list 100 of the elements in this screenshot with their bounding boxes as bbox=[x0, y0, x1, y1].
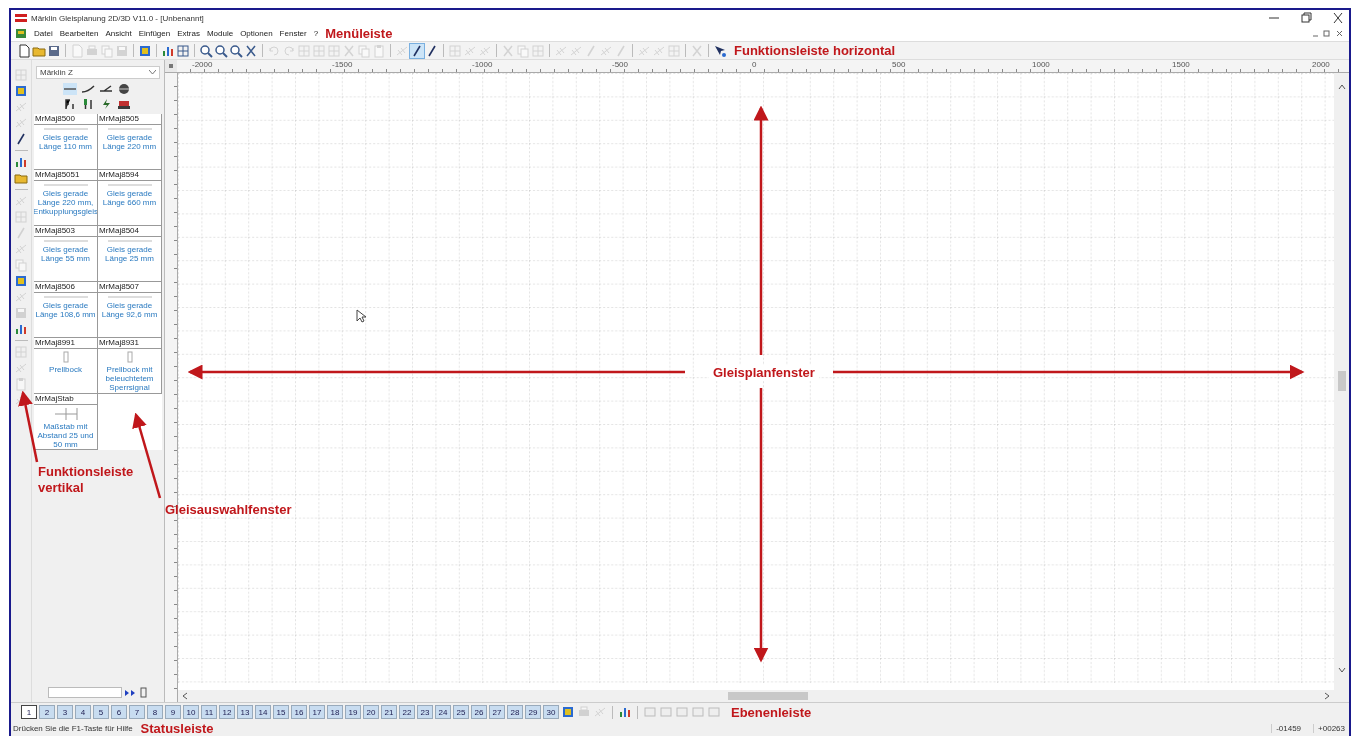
switch-icon[interactable] bbox=[99, 83, 113, 95]
track-card[interactable]: MrMaj8594 Gleis gerade Länge 660 mm bbox=[98, 170, 162, 226]
restore-icon[interactable] bbox=[1299, 12, 1313, 24]
ruler-label: -1500 bbox=[332, 60, 353, 69]
menu-item[interactable]: Module bbox=[206, 29, 234, 38]
menu-item[interactable]: Bearbeiten bbox=[59, 29, 99, 38]
layer-button[interactable]: 18 bbox=[327, 705, 343, 719]
track-card[interactable]: MrMaj8504 Gleis gerade Länge 25 mm bbox=[98, 226, 162, 282]
layer-button[interactable]: 22 bbox=[399, 705, 415, 719]
track-card[interactable]: MrMaj8991 Prellbock bbox=[34, 338, 98, 394]
scrollbar-thumb[interactable] bbox=[728, 692, 808, 700]
scrollbar-thumb[interactable] bbox=[1337, 371, 1346, 391]
doc-icon[interactable] bbox=[17, 43, 31, 58]
scroll-down-icon[interactable] bbox=[1337, 666, 1346, 674]
document-icon bbox=[15, 28, 27, 39]
layer-button[interactable]: 7 bbox=[129, 705, 145, 719]
layer-button[interactable]: 25 bbox=[453, 705, 469, 719]
scroll-right-icon[interactable] bbox=[1323, 692, 1331, 700]
dropdown-caret-icon[interactable] bbox=[149, 70, 156, 75]
layer-button[interactable]: 10 bbox=[183, 705, 199, 719]
signal-icon[interactable] bbox=[81, 98, 95, 110]
building-icon[interactable] bbox=[117, 98, 131, 110]
layer-button[interactable]: 4 bbox=[75, 705, 91, 719]
layer-button[interactable]: 1 bbox=[21, 705, 37, 719]
close-icon[interactable] bbox=[1331, 12, 1345, 24]
layer-button[interactable]: 20 bbox=[363, 705, 379, 719]
track-card[interactable]: MrMaj8505 Gleis gerade Länge 220 mm bbox=[98, 114, 162, 170]
x-coordinate: -01459 bbox=[1271, 724, 1306, 733]
help-icon[interactable] bbox=[713, 43, 727, 58]
layer-button[interactable]: 26 bbox=[471, 705, 487, 719]
layer-button[interactable]: 2 bbox=[39, 705, 55, 719]
layer-button[interactable]: 3 bbox=[57, 705, 73, 719]
layer-button[interactable]: 5 bbox=[93, 705, 109, 719]
track-card[interactable]: MrMaj85051 Gleis gerade Länge 220 mm, Entkupplungsgleis bbox=[34, 170, 98, 226]
line-icon[interactable] bbox=[14, 132, 28, 146]
ruler-corner-icon[interactable] bbox=[168, 63, 174, 69]
layer-button[interactable]: 30 bbox=[543, 705, 559, 719]
layer-button[interactable]: 15 bbox=[273, 705, 289, 719]
book-icon[interactable] bbox=[561, 705, 575, 719]
layer-button[interactable]: 23 bbox=[417, 705, 433, 719]
menu-item[interactable]: Ansicht bbox=[105, 29, 132, 38]
pin-icon[interactable] bbox=[139, 687, 148, 698]
scroll-left-icon[interactable] bbox=[181, 692, 189, 700]
track-card[interactable]: MrMajStab Maßstab mit Abstand 25 und 50 mm bbox=[34, 394, 98, 450]
track-card[interactable]: MrMaj8506 Gleis gerade Länge 108,6 mm bbox=[34, 282, 98, 338]
line-icon[interactable] bbox=[410, 43, 424, 58]
mast-icon[interactable] bbox=[63, 98, 77, 110]
child-window-controls-icon[interactable] bbox=[1311, 29, 1345, 38]
empty-layer-icon[interactable] bbox=[707, 706, 721, 718]
cut-icon[interactable] bbox=[244, 43, 258, 58]
layer-button[interactable]: 21 bbox=[381, 705, 397, 719]
empty-layer-icon[interactable] bbox=[675, 706, 689, 718]
layer-button[interactable]: 12 bbox=[219, 705, 235, 719]
scroll-up-icon[interactable] bbox=[1337, 83, 1346, 91]
layer-button[interactable]: 27 bbox=[489, 705, 505, 719]
empty-layer-icon[interactable] bbox=[659, 706, 673, 718]
layer-button[interactable]: 13 bbox=[237, 705, 253, 719]
track-number: MrMaj8504 bbox=[98, 226, 161, 237]
chart-icon[interactable] bbox=[618, 705, 632, 719]
zoom-icon[interactable] bbox=[199, 43, 213, 58]
empty-layer-icon[interactable] bbox=[691, 706, 705, 718]
empty-layer-icon[interactable] bbox=[643, 706, 657, 718]
layer-button[interactable]: 17 bbox=[309, 705, 325, 719]
folder-icon[interactable] bbox=[14, 171, 28, 185]
layer-button[interactable]: 14 bbox=[255, 705, 271, 719]
book-icon[interactable] bbox=[14, 84, 28, 98]
menu-item[interactable]: Datei bbox=[34, 29, 53, 38]
layer-button[interactable]: 28 bbox=[507, 705, 523, 719]
turntable-icon[interactable] bbox=[117, 83, 131, 95]
track-icon[interactable] bbox=[593, 705, 607, 719]
track-card[interactable]: MrMaj8500 Gleis gerade Länge 110 mm bbox=[34, 114, 98, 170]
menu-item[interactable]: Extras bbox=[177, 29, 200, 38]
menu-item[interactable]: Einfügen bbox=[138, 29, 171, 38]
chart-icon[interactable] bbox=[14, 322, 28, 336]
layer-button[interactable]: 16 bbox=[291, 705, 307, 719]
layer-button[interactable]: 8 bbox=[147, 705, 163, 719]
chart-icon[interactable] bbox=[14, 155, 28, 169]
layer-button[interactable]: 9 bbox=[165, 705, 181, 719]
menu-item[interactable]: Fenster bbox=[279, 29, 307, 38]
curve-icon[interactable] bbox=[81, 83, 95, 95]
zoom-icon[interactable] bbox=[214, 43, 228, 58]
double-arrow-icon[interactable] bbox=[124, 688, 137, 697]
book-icon[interactable] bbox=[138, 43, 152, 58]
layer-button[interactable]: 24 bbox=[435, 705, 451, 719]
scale-dropdown[interactable]: Märklin Z bbox=[36, 66, 160, 79]
layer-button[interactable]: 11 bbox=[201, 705, 217, 719]
menu-item[interactable]: ? bbox=[313, 29, 319, 38]
menu-item[interactable]: Optionen bbox=[240, 29, 273, 38]
layer-button[interactable]: 6 bbox=[111, 705, 127, 719]
layer-button[interactable]: 29 bbox=[525, 705, 541, 719]
zoom-icon[interactable] bbox=[229, 43, 243, 58]
track-card[interactable]: MrMaj8507 Gleis gerade Länge 92,6 mm bbox=[98, 282, 162, 338]
track-card[interactable]: MrMaj8931 Prellbock mit beleuchtetem Sperrsignal bbox=[98, 338, 162, 394]
book-icon[interactable] bbox=[14, 274, 28, 288]
line-icon[interactable] bbox=[425, 43, 439, 58]
track-card[interactable]: MrMaj8503 Gleis gerade Länge 55 mm bbox=[34, 226, 98, 282]
search-field[interactable] bbox=[48, 687, 122, 698]
layer-button[interactable]: 19 bbox=[345, 705, 361, 719]
grid-icon[interactable] bbox=[176, 43, 190, 58]
ruler-label: -1000 bbox=[472, 60, 493, 69]
